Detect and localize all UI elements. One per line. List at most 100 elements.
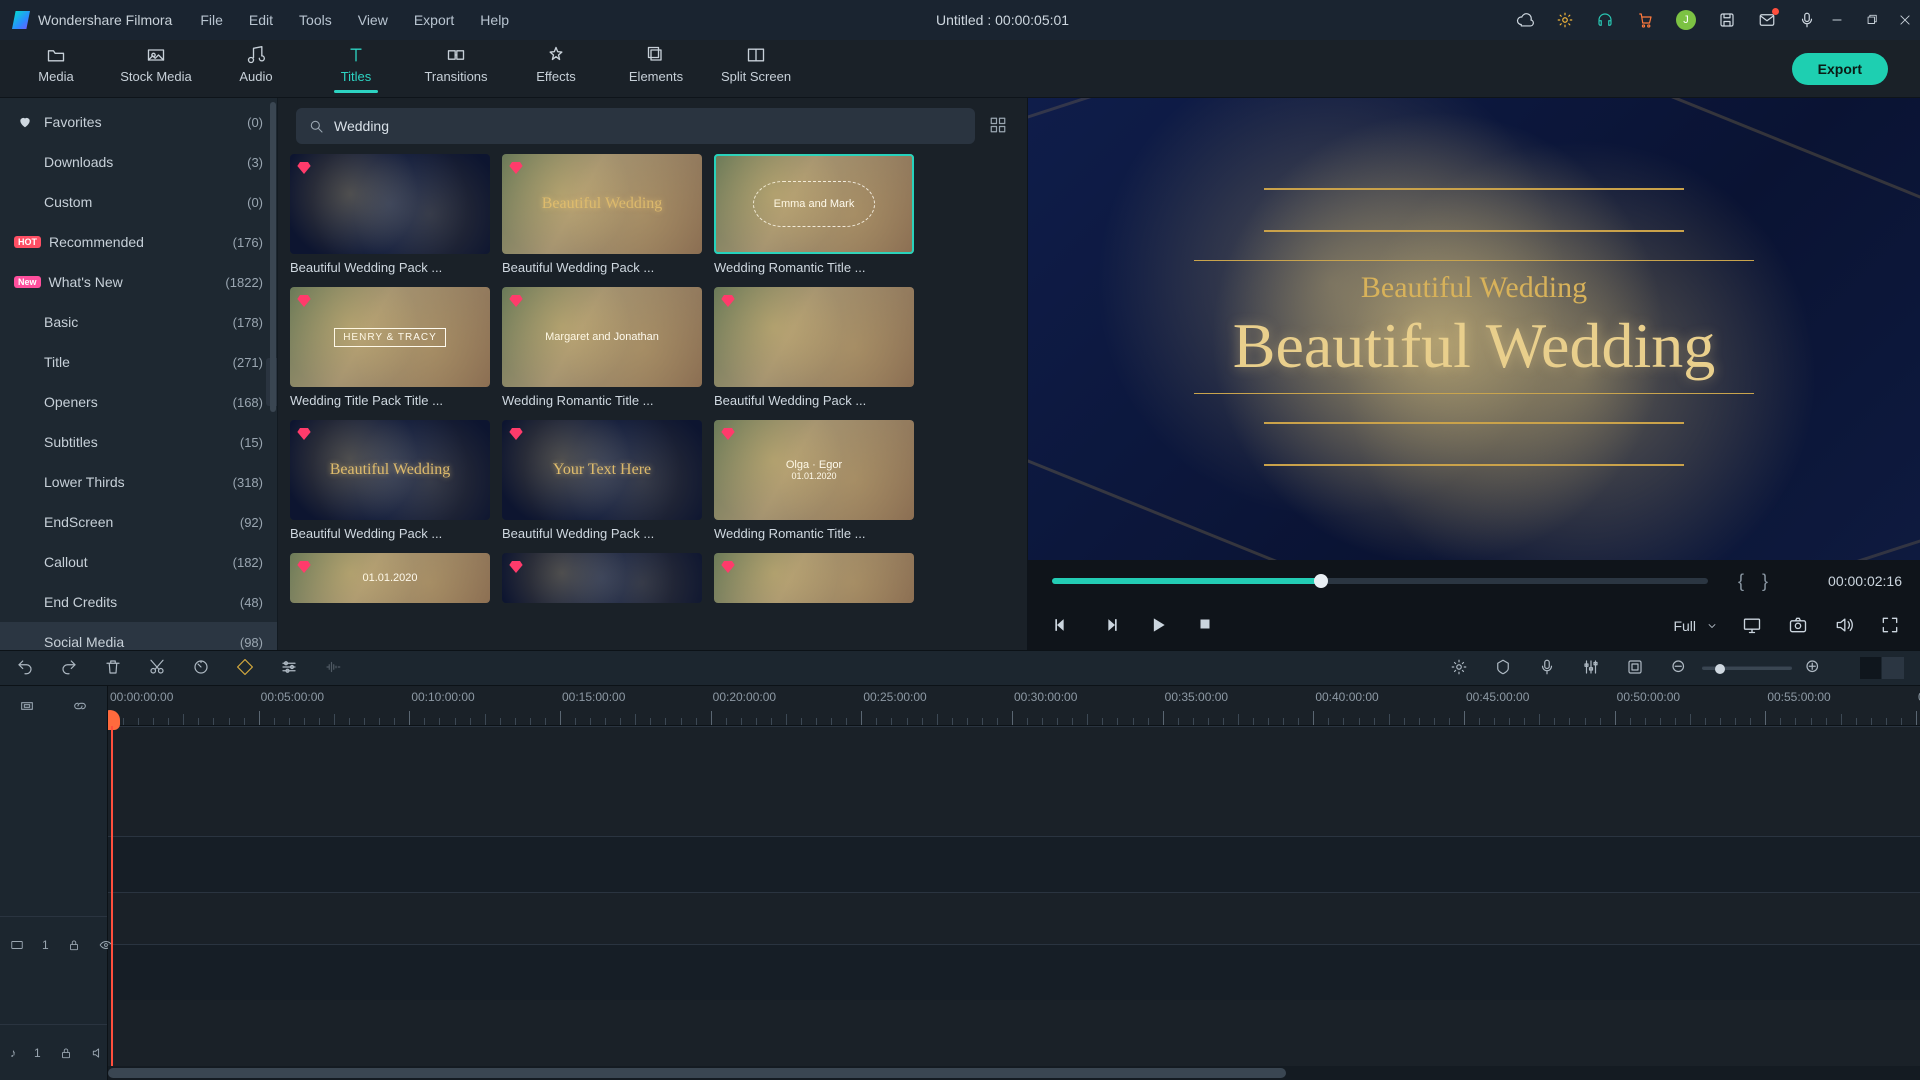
lock-icon[interactable] — [59, 1046, 73, 1060]
sidebar-scrollbar[interactable] — [269, 98, 277, 650]
timeline-body[interactable]: 00:00:00:0000:05:00:0000:10:00:0000:15:0… — [108, 686, 1920, 1080]
title-card[interactable]: Beautiful WeddingBeautiful Wedding Pack … — [290, 420, 490, 541]
tab-audio[interactable]: Audio — [206, 40, 306, 98]
adjust-icon[interactable] — [280, 658, 300, 678]
display-out-icon[interactable] — [1742, 615, 1764, 637]
render-icon[interactable] — [1450, 658, 1470, 678]
search-input[interactable] — [334, 118, 963, 134]
download-icon[interactable] — [466, 363, 484, 381]
title-thumb[interactable] — [502, 553, 702, 603]
audio-track-header[interactable]: ♪1 — [0, 1024, 107, 1080]
sidebar-item-callout[interactable]: Callout(182) — [0, 542, 277, 582]
title-thumb[interactable]: Your Text Here — [502, 420, 702, 520]
sidebar-item-subtitles[interactable]: Subtitles(15) — [0, 422, 277, 462]
zoom-slider[interactable] — [1702, 666, 1792, 670]
sidebar-item-downloads[interactable]: Downloads(3) — [0, 142, 277, 182]
sidebar-item-lower-thirds[interactable]: Lower Thirds(318) — [0, 462, 277, 502]
sidebar-item-end-credits[interactable]: End Credits(48) — [0, 582, 277, 622]
search-field[interactable] — [296, 108, 975, 144]
volume-icon[interactable] — [1834, 615, 1856, 637]
audio-adjust-icon[interactable] — [324, 658, 344, 678]
cut-icon[interactable] — [148, 658, 168, 678]
fullscreen-icon[interactable] — [1880, 615, 1902, 637]
title-thumb[interactable]: Beautiful Wedding — [290, 420, 490, 520]
title-card[interactable] — [714, 553, 914, 603]
playhead[interactable] — [111, 726, 113, 1066]
download-icon[interactable] — [678, 496, 696, 514]
ripple-link-icon[interactable] — [72, 698, 88, 714]
zoom-in-icon[interactable] — [1804, 658, 1824, 678]
mixer-icon[interactable] — [1582, 658, 1602, 678]
tab-stock-media[interactable]: Stock Media — [106, 40, 206, 98]
title-thumb[interactable]: Beautiful Wedding — [502, 154, 702, 254]
save-icon[interactable] — [1718, 11, 1736, 29]
messages-icon[interactable] — [1758, 11, 1776, 29]
tab-media[interactable]: Media — [6, 40, 106, 98]
sidebar-item-openers[interactable]: Openers(168) — [0, 382, 277, 422]
marker-icon[interactable] — [1494, 658, 1514, 678]
title-card[interactable]: Beautiful Wedding Pack ... — [714, 287, 914, 408]
download-icon[interactable] — [678, 363, 696, 381]
title-card[interactable]: 01.01.2020 — [290, 553, 490, 603]
title-thumb[interactable]: Olga · Egor01.01.2020 — [714, 420, 914, 520]
undo-icon[interactable] — [16, 658, 36, 678]
title-thumb[interactable]: Margaret and Jonathan — [502, 287, 702, 387]
redo-icon[interactable] — [60, 658, 80, 678]
download-icon[interactable] — [890, 363, 908, 381]
sidebar-item-recommended[interactable]: HOTRecommended(176) — [0, 222, 277, 262]
seek-knob-icon[interactable] — [1314, 574, 1328, 588]
sidebar-item-social-media[interactable]: Social Media(98) — [0, 622, 277, 650]
speed-icon[interactable] — [192, 658, 212, 678]
export-button[interactable]: Export — [1792, 53, 1888, 85]
video-track-1[interactable] — [108, 836, 1920, 892]
mark-in-icon[interactable]: { — [1734, 571, 1748, 592]
sidebar-item-custom[interactable]: Custom(0) — [0, 182, 277, 222]
window-restore-icon[interactable] — [1864, 13, 1878, 27]
next-frame-icon[interactable] — [1100, 615, 1122, 637]
sidebar-item-endscreen[interactable]: EndScreen(92) — [0, 502, 277, 542]
title-card[interactable]: Olga · Egor01.01.2020Wedding Romantic Ti… — [714, 420, 914, 541]
cloud-icon[interactable] — [1516, 11, 1534, 29]
video-track-header[interactable]: 1 — [0, 916, 107, 972]
download-icon[interactable] — [678, 230, 696, 248]
window-close-icon[interactable] — [1898, 13, 1912, 27]
preview-quality-select[interactable]: Full — [1673, 618, 1718, 634]
menu-file[interactable]: File — [200, 12, 223, 28]
user-avatar[interactable]: J — [1676, 10, 1696, 30]
tab-effects[interactable]: Effects — [506, 40, 606, 98]
download-icon[interactable] — [466, 496, 484, 514]
stop-icon[interactable] — [1196, 615, 1218, 637]
record-icon[interactable] — [1798, 11, 1816, 29]
audio-track-1[interactable] — [108, 944, 1920, 1000]
sidebar-item-favorites[interactable]: Favorites(0) — [0, 102, 277, 142]
cart-icon[interactable] — [1636, 11, 1654, 29]
title-card[interactable] — [502, 553, 702, 603]
sidebar-item-title[interactable]: Title(271) — [0, 342, 277, 382]
menu-tools[interactable]: Tools — [299, 12, 332, 28]
hint-icon[interactable] — [1556, 11, 1574, 29]
menu-view[interactable]: View — [358, 12, 388, 28]
timeline-hscroll[interactable] — [108, 1066, 1920, 1080]
support-icon[interactable] — [1596, 11, 1614, 29]
title-thumb[interactable] — [714, 553, 914, 603]
tab-split-screen[interactable]: Split Screen — [706, 40, 806, 98]
title-thumb[interactable] — [714, 287, 914, 387]
lock-icon[interactable] — [67, 938, 81, 952]
menu-help[interactable]: Help — [480, 12, 509, 28]
title-card[interactable]: HENRY & TRACYWedding Title Pack Title ..… — [290, 287, 490, 408]
crop-icon[interactable] — [1626, 658, 1646, 678]
title-thumb[interactable] — [290, 154, 490, 254]
delete-icon[interactable] — [104, 658, 124, 678]
sidebar-item-basic[interactable]: Basic(178) — [0, 302, 277, 342]
timeline-ruler[interactable]: 00:00:00:0000:05:00:0000:10:00:0000:15:0… — [108, 686, 1920, 726]
zoom-out-icon[interactable] — [1670, 658, 1690, 678]
tab-titles[interactable]: Titles — [306, 40, 406, 98]
menu-export[interactable]: Export — [414, 12, 454, 28]
color-icon[interactable] — [236, 658, 256, 678]
snapshot-icon[interactable] — [1788, 615, 1810, 637]
title-card[interactable]: Beautiful Wedding Pack ... — [290, 154, 490, 275]
prev-frame-icon[interactable] — [1052, 615, 1074, 637]
title-card[interactable]: Beautiful WeddingBeautiful Wedding Pack … — [502, 154, 702, 275]
title-card[interactable]: Emma and MarkWedding Romantic Title ... — [714, 154, 914, 275]
play-icon[interactable] — [1148, 615, 1170, 637]
